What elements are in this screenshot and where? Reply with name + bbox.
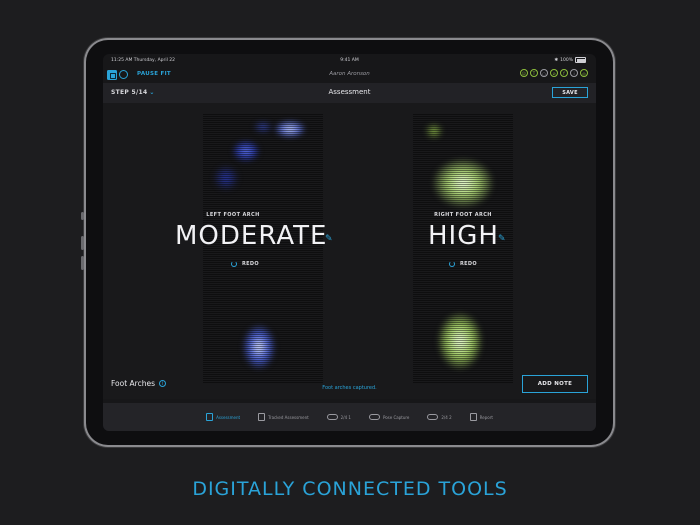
athlete-name: Aaron Aronson (329, 71, 370, 77)
side-button-bottom (81, 256, 84, 270)
top-bar: PAUSE FIT Aaron Aronson ☺ T ○ ⊘ f i ◎ (103, 66, 596, 82)
right-foot-value: HIGH (428, 221, 499, 251)
tool-5-icon[interactable]: f (560, 69, 568, 77)
battery-icon (575, 57, 586, 63)
nav-label: Assessment (216, 414, 241, 420)
nav-pose-capture[interactable]: Pose Capture (368, 414, 410, 420)
app-menu-icon[interactable] (107, 70, 117, 80)
right-foot-label: RIGHT FOOT ARCH (434, 212, 492, 218)
section-label: Foot Arches (111, 379, 155, 388)
left-redo-button[interactable]: REDO (231, 261, 259, 267)
app-screen: 11:25 AM Thursday, April 22 9:41 AM ✱ 10… (103, 54, 596, 431)
capture-status: Foot arches captured. (322, 385, 377, 391)
nav-label: 2/4 1 (340, 414, 351, 420)
nav-2-4-2[interactable]: 2/4 2 (427, 414, 452, 420)
status-bar: 11:25 AM Thursday, April 22 9:41 AM ✱ 10… (103, 54, 596, 66)
status-right: ✱ 100% (554, 57, 586, 63)
runner-icon (258, 413, 266, 421)
pause-fit-button[interactable]: PAUSE FIT (137, 71, 171, 77)
side-button-middle (81, 236, 84, 250)
left-redo-label: REDO (242, 261, 259, 267)
tool-4-icon[interactable]: ⊘ (550, 69, 558, 77)
edit-left-pencil-icon[interactable]: ✎ (325, 234, 333, 244)
foot-arch-content: LEFT FOOT ARCH MODERATE ✎ REDO RIGHT FOO… (103, 103, 596, 399)
side-button-top (81, 212, 84, 220)
page-title: Assessment (328, 88, 371, 96)
right-redo-button[interactable]: REDO (449, 261, 477, 267)
right-redo-label: REDO (460, 261, 477, 267)
status-time-date: 11:25 AM Thursday, April 22 (111, 57, 176, 63)
tool-3-icon[interactable]: ○ (540, 69, 548, 77)
bike-icon (326, 414, 338, 420)
tablet-device: 11:25 AM Thursday, April 22 9:41 AM ✱ 10… (81, 40, 613, 445)
tool-6-icon[interactable]: i (570, 69, 578, 77)
info-icon[interactable]: i (159, 380, 166, 387)
left-foot-label: LEFT FOOT ARCH (206, 212, 260, 218)
step-label: STEP 5/14 (111, 89, 148, 96)
nav-label: Tracked Assessment (268, 414, 309, 420)
assessment-header: STEP 5/14 ⌄ Assessment SAVE (103, 83, 596, 103)
bluetooth-icon: ✱ (554, 57, 559, 63)
tool-1-icon[interactable]: ☺ (520, 69, 528, 77)
redo-icon (231, 261, 237, 267)
bottom-nav: Assessment Tracked Assessment 2/4 1 Pose… (103, 403, 596, 431)
redo-icon (449, 261, 455, 267)
nav-report[interactable]: Report (469, 413, 493, 421)
status-center-time: 9:41 AM (340, 57, 359, 63)
report-icon (469, 413, 477, 421)
nav-label: Pose Capture (382, 414, 410, 420)
connected-tools: ☺ T ○ ⊘ f i ◎ (520, 69, 588, 77)
nav-assessment[interactable]: Assessment (206, 413, 240, 421)
edit-right-pencil-icon[interactable]: ✎ (498, 234, 506, 244)
pose-bike-icon (368, 414, 380, 420)
step-selector[interactable]: STEP 5/14 ⌄ (111, 89, 155, 96)
nav-tracked-assessment[interactable]: Tracked Assessment (258, 413, 309, 421)
bike-icon (427, 414, 439, 420)
tool-7-icon[interactable]: ◎ (580, 69, 588, 77)
left-foot-value: MODERATE (175, 221, 328, 251)
save-button[interactable]: SAVE (552, 87, 588, 98)
nav-label: Report (479, 414, 493, 420)
nav-2-4-1[interactable]: 2/4 1 (326, 414, 351, 420)
clipboard-icon (206, 413, 214, 421)
settings-icon[interactable] (119, 70, 128, 79)
chevron-down-icon: ⌄ (149, 89, 155, 96)
tool-2-icon[interactable]: T (530, 69, 538, 77)
add-note-button[interactable]: ADD NOTE (522, 375, 588, 393)
foot-arches-section: Foot Arches i (111, 379, 166, 388)
battery-percent: 100% (560, 57, 573, 63)
nav-label: 2/4 2 (441, 414, 452, 420)
tagline: DIGITALLY CONNECTED TOOLS (192, 478, 508, 500)
